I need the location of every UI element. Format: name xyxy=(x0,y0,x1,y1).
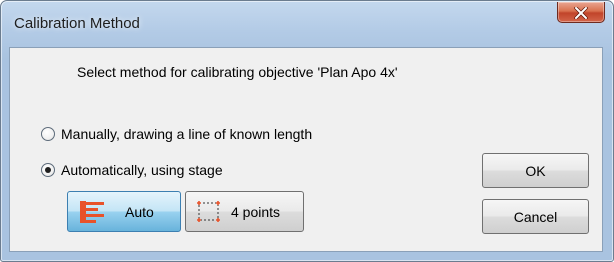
four-points-button[interactable]: 4 points xyxy=(185,191,304,232)
radio-automatic-indicator[interactable] xyxy=(41,163,55,177)
auto-mode-button[interactable]: Auto xyxy=(67,191,181,232)
cancel-button[interactable]: Cancel xyxy=(482,199,589,234)
auto-align-icon xyxy=(80,201,104,223)
radio-manual-indicator[interactable] xyxy=(41,127,55,141)
dialog-content: Select method for calibrating objective … xyxy=(9,47,603,252)
auto-mode-label: Auto xyxy=(125,204,154,220)
radio-manual-label: Manually, drawing a line of known length xyxy=(61,126,313,142)
radio-automatic[interactable]: Automatically, using stage xyxy=(41,161,223,179)
ok-button[interactable]: OK xyxy=(482,153,589,188)
close-icon xyxy=(574,7,588,19)
window-title: Calibration Method xyxy=(14,15,140,32)
radio-automatic-label: Automatically, using stage xyxy=(61,162,223,178)
close-button[interactable] xyxy=(557,2,605,23)
radio-manual[interactable]: Manually, drawing a line of known length xyxy=(41,125,312,143)
dialog-window: Calibration Method Select method for cal… xyxy=(0,0,614,262)
four-points-label: 4 points xyxy=(231,204,281,220)
cancel-button-label: Cancel xyxy=(513,208,558,225)
four-points-icon xyxy=(197,201,220,222)
ok-button-label: OK xyxy=(525,162,546,179)
prompt-text: Select method for calibrating objective … xyxy=(77,64,398,80)
